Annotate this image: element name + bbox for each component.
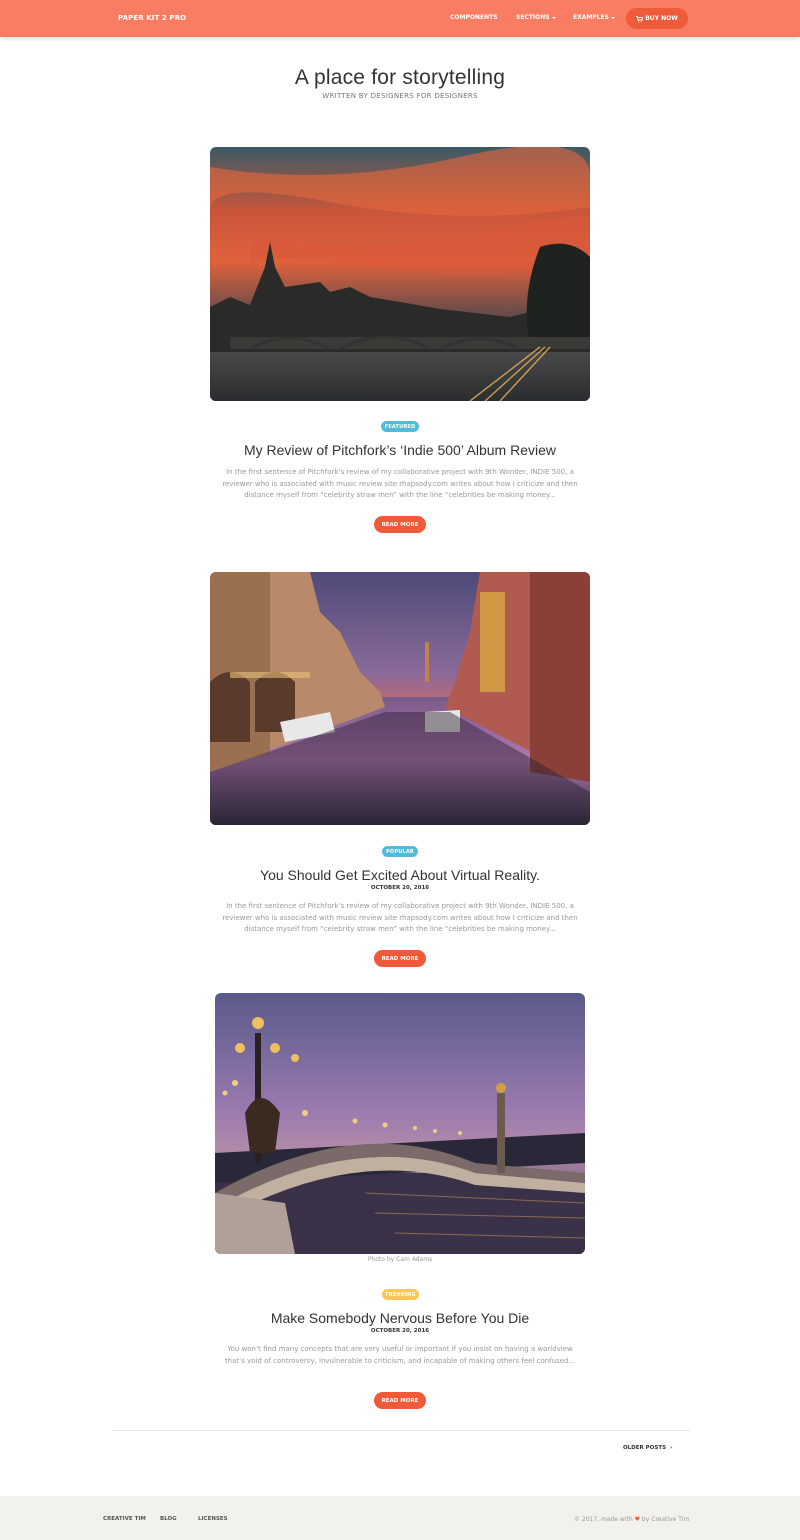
copyright: © 2017, made with ♥ by Creative Tim: [574, 1516, 689, 1523]
article-description: In the first sentence of Pitchfork’s rev…: [222, 468, 578, 499]
copyright-suffix: by Creative Tim: [641, 1516, 690, 1523]
buy-now-label: BUY NOW: [645, 15, 678, 22]
navbar: PAPER KIT 2 PRO COMPONENTS SECTIONS EXAM…: [0, 0, 800, 37]
article-title[interactable]: My Review of Pitchfork’s ‘Indie 500’ Alb…: [0, 442, 800, 458]
trending-badge: TRENDING: [382, 1289, 419, 1300]
article-date: OCTOBER 20, 2016: [370, 1328, 430, 1334]
featured-badge: FEATURED: [381, 421, 419, 432]
buy-now-button[interactable]: BUY NOW: [626, 8, 688, 29]
article-date: OCTOBER 20, 2016: [370, 885, 430, 891]
page-subtitle: WRITTEN BY DESIGNERS FOR DESIGNERS: [322, 92, 478, 100]
article-image-venice[interactable]: [210, 572, 590, 825]
older-posts-link[interactable]: OLDER POSTS ›: [623, 1445, 672, 1451]
article-image-paris[interactable]: [210, 147, 590, 401]
footer-link-blog[interactable]: BLOG: [160, 1516, 177, 1522]
chevron-right-icon: ›: [670, 1445, 673, 1451]
older-posts-label: OLDER POSTS: [623, 1445, 667, 1451]
page-title: A place for storytelling: [294, 66, 506, 89]
brand-link[interactable]: PAPER KIT 2 PRO: [118, 14, 186, 22]
heart-icon: ♥: [634, 1516, 640, 1523]
copyright-prefix: © 2017, made with: [574, 1516, 633, 1523]
caret-down-icon: [551, 16, 556, 19]
nav-examples-label: EXAMPLES: [573, 14, 609, 21]
footer: CREATIVE TIM BLOG LICENSES © 2017, made …: [0, 1496, 800, 1540]
article-image-paris-bridge[interactable]: [215, 993, 585, 1254]
read-more-button[interactable]: READ MORE: [374, 516, 426, 533]
article-title[interactable]: Make Somebody Nervous Before You Die: [0, 1310, 800, 1326]
footer-link-licenses[interactable]: LICENSES: [198, 1516, 228, 1522]
image-caption: Photo by Cam Adams: [367, 1256, 433, 1263]
nav-components[interactable]: COMPONENTS: [450, 14, 498, 21]
popular-badge: POPULAR: [382, 846, 418, 857]
divider: [112, 1430, 690, 1431]
article-title[interactable]: You Should Get Excited About Virtual Rea…: [0, 867, 800, 883]
nav-sections-dropdown[interactable]: SECTIONS: [516, 14, 556, 21]
nav-examples-dropdown[interactable]: EXAMPLES: [573, 14, 615, 21]
nav-sections-label: SECTIONS: [516, 14, 550, 21]
article-description: You won’t find many concepts that are ve…: [224, 1345, 576, 1365]
footer-link-creative-tim[interactable]: CREATIVE TIM: [103, 1516, 146, 1522]
cart-icon: [636, 16, 644, 22]
read-more-button[interactable]: READ MORE: [374, 950, 426, 967]
article-description: In the first sentence of Pitchfork’s rev…: [222, 902, 578, 933]
caret-down-icon: [610, 16, 615, 19]
read-more-button[interactable]: READ MORE: [374, 1392, 426, 1409]
